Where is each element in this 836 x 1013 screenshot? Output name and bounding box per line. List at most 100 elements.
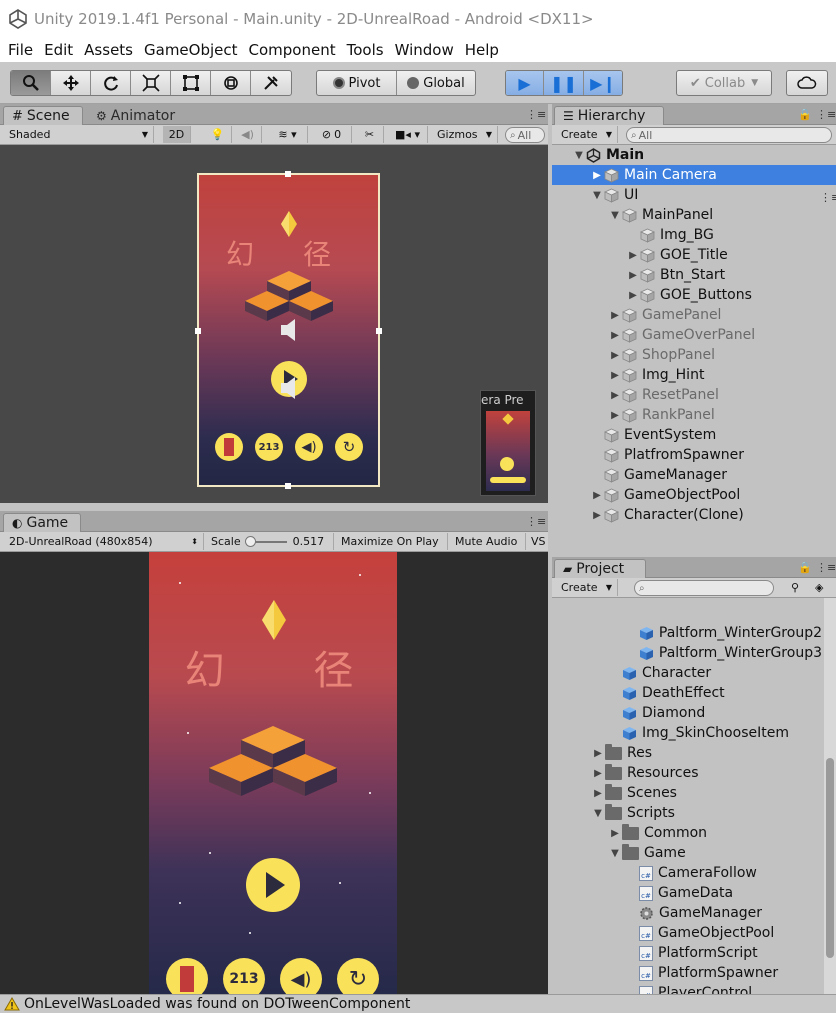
custom-tool-icon[interactable] [251,71,291,95]
collapse-arrow-icon[interactable]: ▶ [626,270,640,281]
menu-assets[interactable]: Assets [80,41,137,59]
hierarchy-item[interactable]: EventSystem [552,425,836,445]
hierarchy-item[interactable]: ▼ UI [552,185,836,205]
project-item[interactable]: ▶ Common [552,823,822,843]
scale-tool-icon[interactable] [131,71,171,95]
step-icon[interactable]: ▶❙ [584,71,622,95]
vsync-toggle[interactable]: VS [526,533,548,550]
project-item[interactable]: ▶ Scenes [552,783,822,803]
play-icon[interactable]: ▶ [506,71,544,95]
collab-dropdown[interactable]: ✔ Collab ▼ [676,70,772,96]
pause-icon[interactable]: ❚❚ [544,71,584,95]
scrollbar-thumb[interactable] [826,758,834,958]
project-item[interactable]: Paltform_WinterGroup3 [552,643,822,663]
collapse-arrow-icon[interactable]: ▶ [608,330,622,341]
project-item[interactable]: Img_SkinChooseItem [552,723,822,743]
panel-menu-icon[interactable]: ⋮≡ [526,108,546,121]
hierarchy-item[interactable]: ▼ Main [552,145,836,165]
project-item[interactable]: c# CameraFollow [552,863,822,883]
cloud-button[interactable] [786,70,828,96]
game-viewport[interactable]: 幻 径 213 ◀) ↻ [0,552,548,1007]
project-item[interactable]: c# GameData [552,883,822,903]
project-item[interactable]: ▼ Game [552,843,822,863]
panel-menu-icon[interactable]: ⋮≡ [816,561,836,574]
skin-button[interactable] [166,958,208,994]
lock-icon[interactable]: 🔒 [798,561,812,574]
expand-arrow-icon[interactable]: ▼ [572,150,586,161]
hierarchy-item[interactable]: ▼ MainPanel [552,205,836,225]
tab-hierarchy[interactable]: ☰ Hierarchy [554,106,664,125]
hierarchy-item[interactable]: ▶ GamePanel [552,305,836,325]
collapse-arrow-icon[interactable]: ▶ [608,828,622,839]
filter-label-icon[interactable]: ◈ [810,579,832,596]
expand-arrow-icon[interactable]: ▼ [608,848,622,859]
hierarchy-item[interactable]: ▶ ResetPanel [552,385,836,405]
hierarchy-item[interactable]: ▶ ShopPanel [552,345,836,365]
collapse-arrow-icon[interactable]: ▶ [608,390,622,401]
project-item[interactable]: Paltform_WinterGroup2 [552,623,822,643]
transform-tool-icon[interactable] [211,71,251,95]
rect-handle[interactable] [285,171,291,177]
hierarchy-item[interactable]: ▶ Btn_Start [552,265,836,285]
rank-button-preview[interactable]: 213 [255,433,283,461]
project-create-dropdown[interactable]: Create ▼ [556,579,618,596]
start-button[interactable] [246,858,300,912]
project-item[interactable]: c# GameObjectPool [552,923,822,943]
camera-dropdown-icon[interactable]: ■◂ ▾ [388,126,428,143]
collapse-arrow-icon[interactable]: ▶ [626,250,640,261]
effects-dropdown-icon[interactable]: ≋ ▾ [268,126,308,143]
rect-tool-icon[interactable] [171,71,211,95]
ui-canvas-preview[interactable]: 幻 径 213 ◀) ↻ [195,171,382,489]
lighting-toggle-icon[interactable]: 💡 [204,126,232,143]
expand-arrow-icon[interactable]: ▼ [590,190,604,201]
project-scrollbar[interactable] [824,598,836,994]
hand-tool-icon[interactable] [11,71,51,95]
menu-component[interactable]: Component [245,41,340,59]
hierarchy-item[interactable]: ▶ GOE_Title [552,245,836,265]
project-item[interactable]: GameManager [552,903,822,923]
collapse-arrow-icon[interactable]: ▶ [626,290,640,301]
menu-gameobject[interactable]: GameObject [140,41,242,59]
hierarchy-item[interactable]: PlatfromSpawner [552,445,836,465]
menu-help[interactable]: Help [461,41,503,59]
reset-button-preview[interactable]: ↻ [335,433,363,461]
collapse-arrow-icon[interactable]: ▶ [590,170,604,181]
shading-dropdown[interactable]: Shaded ▼ [4,126,154,143]
project-item[interactable]: c# PlayerControl [552,983,822,994]
2d-toggle[interactable]: 2D [163,126,191,143]
collapse-arrow-icon[interactable]: ▶ [590,510,604,521]
project-item[interactable]: ▶ Res [552,743,822,763]
tools-toggle-icon[interactable]: ✂ [356,126,384,143]
lock-icon[interactable]: 🔒 [798,108,812,121]
project-item[interactable]: ▼ Scripts [552,803,822,823]
filter-type-icon[interactable]: ⚲ [786,579,808,596]
project-search-input[interactable]: ⌕ [634,580,774,596]
collapse-arrow-icon[interactable]: ▶ [591,748,605,759]
game-screen[interactable]: 幻 径 213 ◀) ↻ [149,552,397,994]
collapse-arrow-icon[interactable]: ▶ [608,310,622,321]
menu-tools[interactable]: Tools [343,41,388,59]
rect-handle[interactable] [376,328,382,334]
global-button[interactable]: Global [397,71,475,95]
hierarchy-item[interactable]: ▶ RankPanel [552,405,836,425]
hierarchy-item[interactable]: ▶ GameOverPanel [552,325,836,345]
collapse-arrow-icon[interactable]: ▶ [591,768,605,779]
scene-search-input[interactable]: ⌕ All [505,127,545,143]
rotate-tool-icon[interactable] [91,71,131,95]
collapse-arrow-icon[interactable]: ▶ [608,350,622,361]
menu-edit[interactable]: Edit [40,41,77,59]
audio-toggle-icon[interactable]: ◀) [234,126,262,143]
hierarchy-item[interactable]: ▶ Character(Clone) [552,505,836,525]
tab-project[interactable]: ▰ Project [554,559,646,578]
project-item[interactable]: DeathEffect [552,683,822,703]
reset-button[interactable]: ↻ [337,958,379,994]
collapse-arrow-icon[interactable]: ▶ [608,370,622,381]
tab-animator[interactable]: ⚙ Animator [88,106,188,125]
move-tool-icon[interactable] [51,71,91,95]
collapse-arrow-icon[interactable]: ▶ [591,788,605,799]
hierarchy-item[interactable]: ▶ Main Camera [552,165,836,185]
project-item[interactable]: c# PlatformSpawner [552,963,822,983]
panel-menu-icon[interactable]: ⋮≡ [816,108,836,121]
collapse-arrow-icon[interactable]: ▶ [608,410,622,421]
sound-button-preview[interactable]: ◀) [295,433,323,461]
